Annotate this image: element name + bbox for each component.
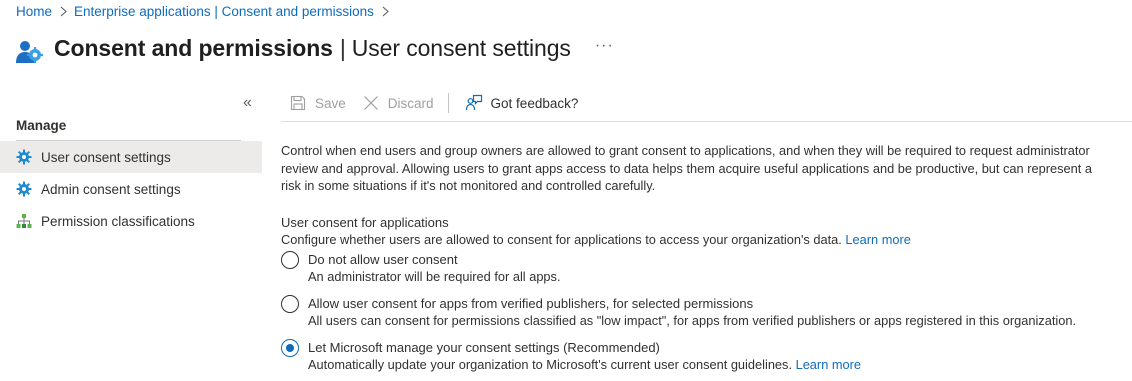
radio-label: Allow user consent for apps from verifie… (308, 295, 754, 311)
page-header: Consent and permissions | User consent set… (14, 28, 614, 68)
sidebar-item-permission-classifications[interactable]: Permission classifications (0, 205, 262, 237)
page-title-main: Consent and permissions (54, 34, 333, 61)
page-title-sub: User consent settings (351, 34, 571, 61)
more-options-button[interactable]: ··· (595, 37, 614, 55)
radio-label: Let Microsoft manage your consent settin… (308, 339, 660, 355)
hierarchy-icon (16, 213, 32, 229)
discard-button[interactable]: Discard (354, 88, 442, 118)
user-consent-radio-group: Do not allow user consent An administrat… (281, 250, 1111, 374)
section-title: User consent for applications (281, 214, 449, 230)
page-title: Consent and permissions | User consent set… (54, 35, 571, 62)
enterprise-apps-icon (14, 37, 44, 67)
radio-button[interactable] (281, 250, 299, 269)
breadcrumb-enterprise-apps-link[interactable]: Enterprise applications | Consent and pe… (74, 4, 374, 19)
discard-button-label: Discard (387, 95, 434, 111)
radio-option-allow-verified-publishers[interactable]: Allow user consent for apps from verifie… (281, 294, 1111, 330)
title-separator: | (339, 34, 346, 61)
chevron-right-icon (60, 6, 67, 17)
radio-option-microsoft-managed[interactable]: Let Microsoft manage your consent settin… (281, 338, 1111, 374)
user-consent-section: User consent for applications Configure … (281, 214, 1111, 374)
learn-more-link[interactable]: Learn more (845, 232, 910, 247)
radio-text: Do not allow user consent An administrat… (308, 251, 561, 286)
command-bar: Save Discard Got feedback? (281, 88, 586, 118)
sidebar-item-label: User consent settings (41, 149, 171, 165)
radio-text: Let Microsoft manage your consent settin… (308, 339, 861, 374)
breadcrumb-home-link[interactable]: Home (16, 4, 52, 19)
learn-more-link[interactable]: Learn more (796, 357, 861, 372)
page-description: Control when end users and group owners … (281, 143, 1092, 193)
sidebar-item-user-consent-settings[interactable]: User consent settings (0, 141, 262, 173)
sidebar-item-label: Admin consent settings (41, 181, 181, 197)
toolbar-divider (447, 93, 449, 113)
gear-icon (16, 181, 32, 197)
radio-text: Allow user consent for apps from verifie… (308, 295, 1076, 330)
main-content: Control when end users and group owners … (281, 142, 1111, 381)
sidebar-item-admin-consent-settings[interactable]: Admin consent settings (0, 173, 262, 205)
radio-description: Automatically update your organization t… (308, 356, 861, 374)
breadcrumb: Home Enterprise applications | Consent a… (16, 2, 396, 20)
close-icon (362, 94, 380, 112)
feedback-button[interactable]: Got feedback? (457, 88, 587, 118)
radio-description: An administrator will be required for al… (308, 269, 561, 284)
sidebar-item-label: Permission classifications (41, 213, 195, 229)
toolbar-divider-line (281, 121, 1132, 122)
collapse-sidebar-button[interactable]: « (243, 94, 257, 112)
radio-description: All users can consent for permissions cl… (308, 313, 1077, 328)
feedback-button-label: Got feedback? (490, 95, 579, 111)
sidebar-heading-manage: Manage (16, 118, 67, 133)
section-description: Configure whether users are allowed to c… (281, 231, 1111, 249)
radio-label: Do not allow user consent (308, 251, 458, 267)
save-button-label: Save (315, 95, 346, 111)
sidebar: Manage User consent settings Admin conse… (0, 112, 262, 237)
radio-option-do-not-allow[interactable]: Do not allow user consent An administrat… (281, 250, 1111, 286)
radio-button-selected[interactable] (281, 338, 299, 357)
section-description-text: Configure whether users are allowed to c… (281, 232, 842, 247)
radio-description-text: Automatically update your organization t… (308, 357, 793, 372)
radio-button[interactable] (281, 294, 299, 313)
save-icon (289, 94, 307, 112)
save-button[interactable]: Save (281, 88, 354, 118)
gear-icon (16, 149, 32, 165)
feedback-icon (465, 94, 483, 112)
chevron-right-icon (382, 6, 389, 17)
